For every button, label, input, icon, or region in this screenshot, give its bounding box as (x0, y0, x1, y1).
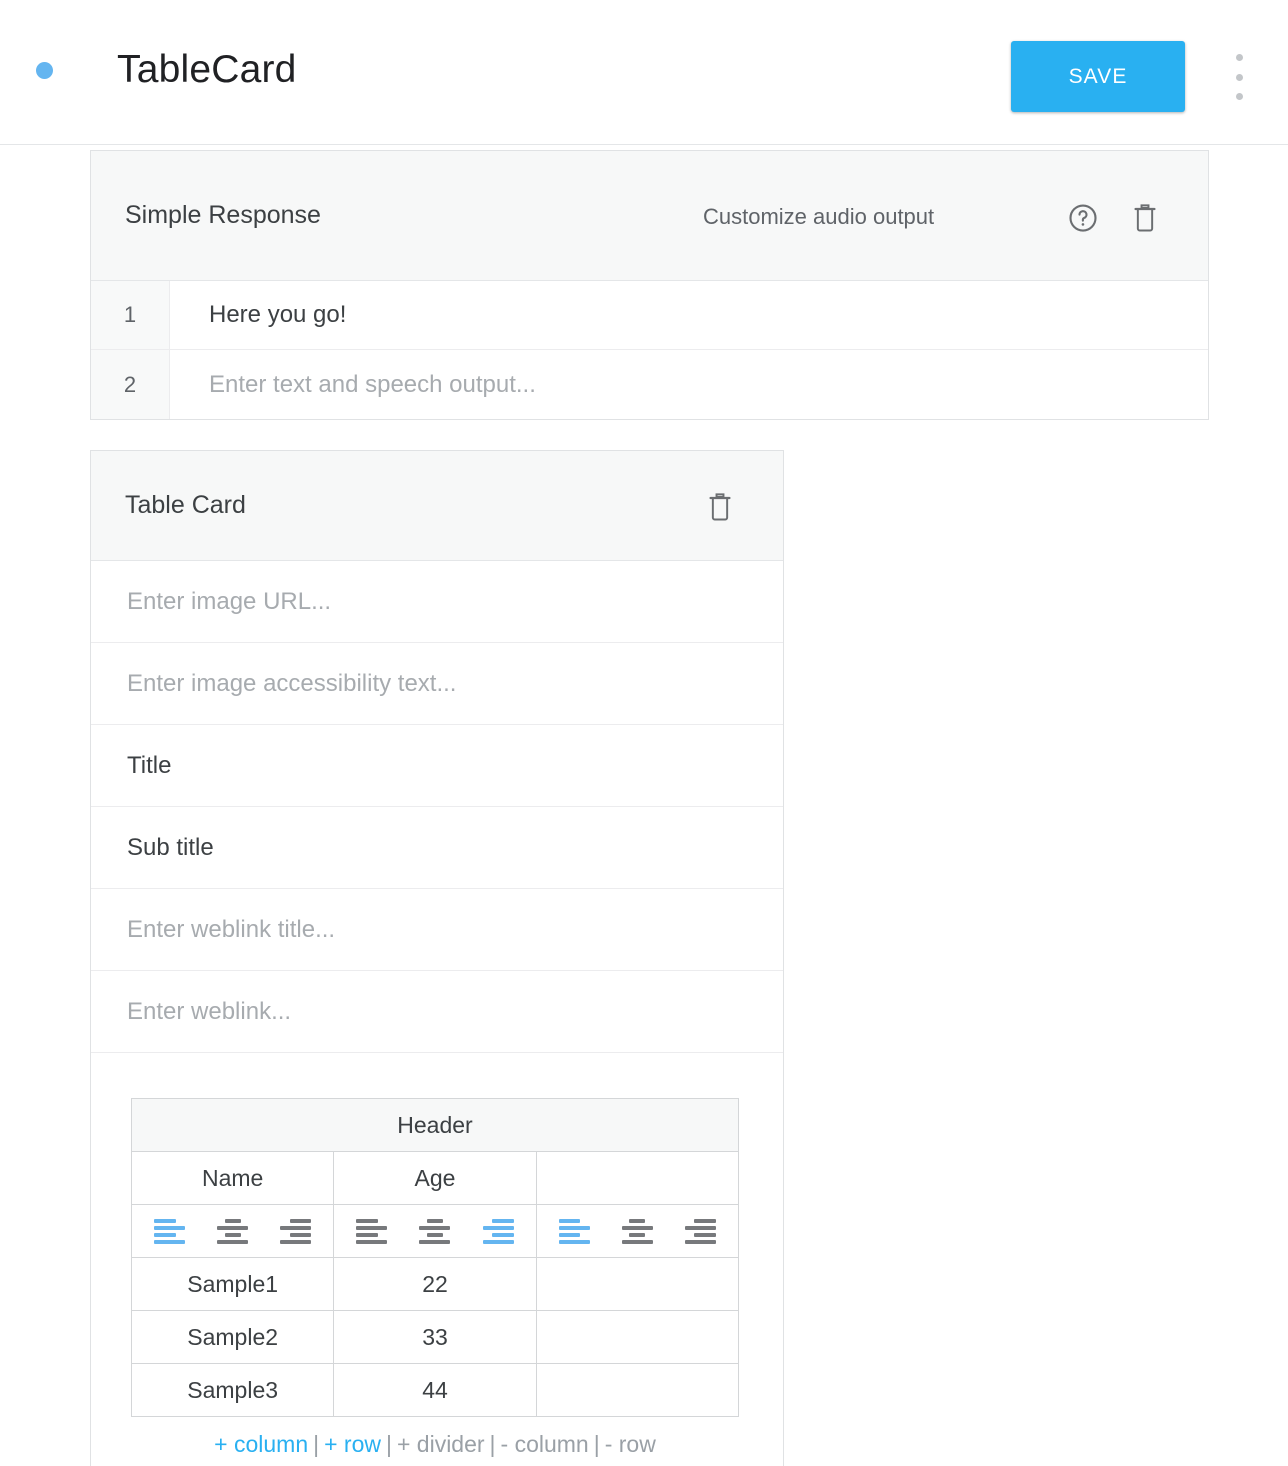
table-card-header: Table Card (91, 451, 783, 561)
alignment-group-0 (132, 1205, 333, 1257)
grid-alignment-row (130, 1204, 740, 1258)
table-card: Table Card Enter image URL... Enter imag… (90, 450, 784, 1466)
alignment-group-2 (537, 1205, 738, 1257)
grid-column-label-1[interactable]: Age (333, 1151, 537, 1205)
align-center-icon[interactable] (621, 1218, 653, 1245)
grid-header-cell[interactable]: Header (131, 1098, 739, 1152)
grid-cell[interactable]: Sample2 (130, 1310, 335, 1364)
grid-alignment-cell-1 (333, 1204, 537, 1258)
grid-action-links: + column | + row | + divider | - column | - row (131, 1417, 739, 1458)
response-row: 1 Here you go! (91, 281, 1208, 350)
remove-column-link[interactable]: - column (501, 1431, 589, 1457)
weblink-title-input[interactable]: Enter weblink title... (91, 889, 783, 971)
table-row: Sample2 33 (130, 1310, 740, 1364)
align-center-icon[interactable] (217, 1218, 249, 1245)
add-row-link[interactable]: + row (324, 1431, 381, 1457)
remove-row-link[interactable]: - row (605, 1431, 656, 1457)
grid-cell[interactable] (535, 1363, 740, 1417)
simple-response-title: Simple Response (125, 201, 321, 229)
grid-cell[interactable]: 33 (333, 1310, 537, 1364)
grid-alignment-cell-0 (130, 1204, 335, 1258)
content-area: Simple Response Customize audio output 1… (0, 145, 1288, 1466)
grid-cell[interactable]: 44 (333, 1363, 537, 1417)
delete-table-card-icon[interactable] (706, 492, 734, 522)
title-input[interactable]: Title (91, 725, 783, 807)
align-left-icon[interactable] (356, 1218, 388, 1245)
response-row-number: 1 (91, 281, 170, 349)
table-row: Sample3 44 (130, 1363, 740, 1417)
image-url-input[interactable]: Enter image URL... (91, 561, 783, 643)
table-grid: Header Name Age Sample1 22 Sample2 33 Sa… (130, 1098, 740, 1417)
status-dot-icon (36, 62, 53, 79)
grid-header-row: Header (131, 1098, 739, 1152)
grid-column-label-row: Name Age (130, 1151, 740, 1205)
weblink-input[interactable]: Enter weblink... (91, 971, 783, 1053)
grid-cell[interactable] (535, 1310, 740, 1364)
simple-response-card: Simple Response Customize audio output 1… (90, 150, 1209, 420)
table-card-title: Table Card (125, 491, 246, 519)
table-row: Sample1 22 (130, 1257, 740, 1311)
kebab-dot (1235, 93, 1243, 100)
page-title: TableCard (117, 48, 297, 91)
grid-column-label-0[interactable]: Name (130, 1151, 335, 1205)
response-row-input[interactable]: Enter text and speech output... (170, 350, 1208, 419)
simple-response-header: Simple Response Customize audio output (91, 151, 1208, 281)
kebab-dot (1235, 54, 1243, 61)
align-right-icon[interactable] (684, 1218, 716, 1245)
top-app-bar: TableCard SAVE (0, 0, 1288, 145)
align-right-icon[interactable] (280, 1218, 312, 1245)
alignment-group-1 (334, 1205, 535, 1257)
customize-audio-output-label[interactable]: Customize audio output (703, 204, 934, 230)
help-icon[interactable] (1068, 203, 1098, 233)
table-grid-editor: Header Name Age Sample1 22 Sample2 33 Sa… (91, 1053, 783, 1458)
grid-cell[interactable] (535, 1257, 740, 1311)
delete-simple-response-icon[interactable] (1131, 203, 1159, 233)
align-left-icon[interactable] (558, 1218, 590, 1245)
align-center-icon[interactable] (419, 1218, 451, 1245)
simple-response-rows: 1 Here you go! 2 Enter text and speech o… (91, 281, 1208, 419)
image-accessibility-text-input[interactable]: Enter image accessibility text... (91, 643, 783, 725)
add-divider-link[interactable]: + divider (397, 1431, 485, 1457)
kebab-dot (1235, 73, 1243, 81)
response-row-number: 2 (91, 350, 170, 419)
kebab-menu-icon[interactable] (1229, 54, 1249, 100)
action-separator: | (593, 1431, 600, 1457)
response-row: 2 Enter text and speech output... (91, 350, 1208, 419)
add-column-link[interactable]: + column (214, 1431, 308, 1457)
action-separator: | (489, 1431, 496, 1457)
grid-column-label-2[interactable] (535, 1151, 740, 1205)
save-button[interactable]: SAVE (1011, 41, 1185, 112)
response-row-input[interactable]: Here you go! (170, 281, 1208, 349)
grid-cell[interactable]: Sample1 (130, 1257, 335, 1311)
sub-title-input[interactable]: Sub title (91, 807, 783, 889)
grid-cell[interactable]: Sample3 (130, 1363, 335, 1417)
action-separator: | (313, 1431, 320, 1457)
grid-cell[interactable]: 22 (333, 1257, 537, 1311)
align-left-icon[interactable] (154, 1218, 186, 1245)
align-right-icon[interactable] (482, 1218, 514, 1245)
action-separator: | (385, 1431, 392, 1457)
grid-alignment-cell-2 (535, 1204, 740, 1258)
